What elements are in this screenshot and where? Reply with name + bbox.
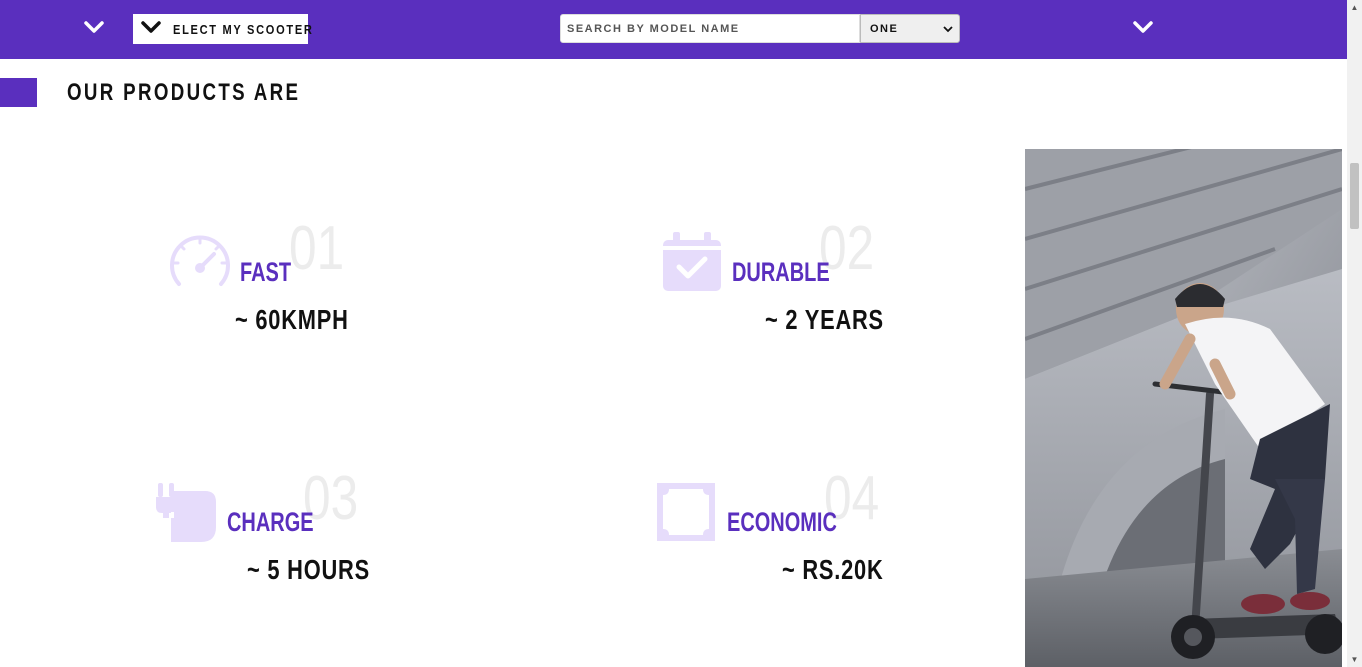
model-select[interactable]: ONE [860, 14, 960, 43]
scroll-up-arrow-icon[interactable]: ▲ [1347, 0, 1362, 15]
scooter-rider-photo [1025, 149, 1342, 667]
square-frame-icon [655, 481, 717, 548]
feature-name: ECONOMIC [727, 507, 837, 537]
vertical-scrollbar[interactable]: ▲ ▼ [1347, 0, 1362, 667]
section-accent-block [0, 78, 37, 107]
feature-value: ~ 60KMPH [235, 304, 349, 335]
feature-value: ~ 5 HOURS [247, 554, 370, 585]
select-value: ONE [870, 22, 899, 35]
feature-value: ~ 2 YEARS [765, 304, 884, 335]
scroll-down-arrow-icon[interactable]: ▼ [1347, 652, 1362, 667]
chevron-down-icon [141, 17, 161, 42]
speedometer-icon [169, 232, 231, 299]
chevron-down-icon [943, 20, 953, 38]
scroll-thumb[interactable] [1350, 163, 1359, 229]
plug-icon [155, 481, 217, 548]
calendar-check-icon [661, 231, 723, 298]
elect-button-label: ELECT MY SCOOTER [173, 21, 314, 37]
elect-my-scooter-button[interactable]: ELECT MY SCOOTER [133, 14, 312, 44]
feature-name: DURABLE [732, 257, 830, 287]
feature-name: FAST [240, 257, 292, 287]
section-title: OUR PRODUCTS ARE [67, 79, 301, 106]
chevron-down-icon[interactable] [1132, 16, 1154, 38]
chevron-down-icon[interactable] [83, 16, 105, 38]
top-nav-bar: ELECT MY SCOOTER ONE [0, 0, 1347, 59]
feature-number: 01 [289, 214, 345, 283]
feature-name: CHARGE [227, 507, 314, 537]
feature-value: ~ RS.20K [782, 554, 884, 585]
model-search-input[interactable] [560, 14, 860, 43]
